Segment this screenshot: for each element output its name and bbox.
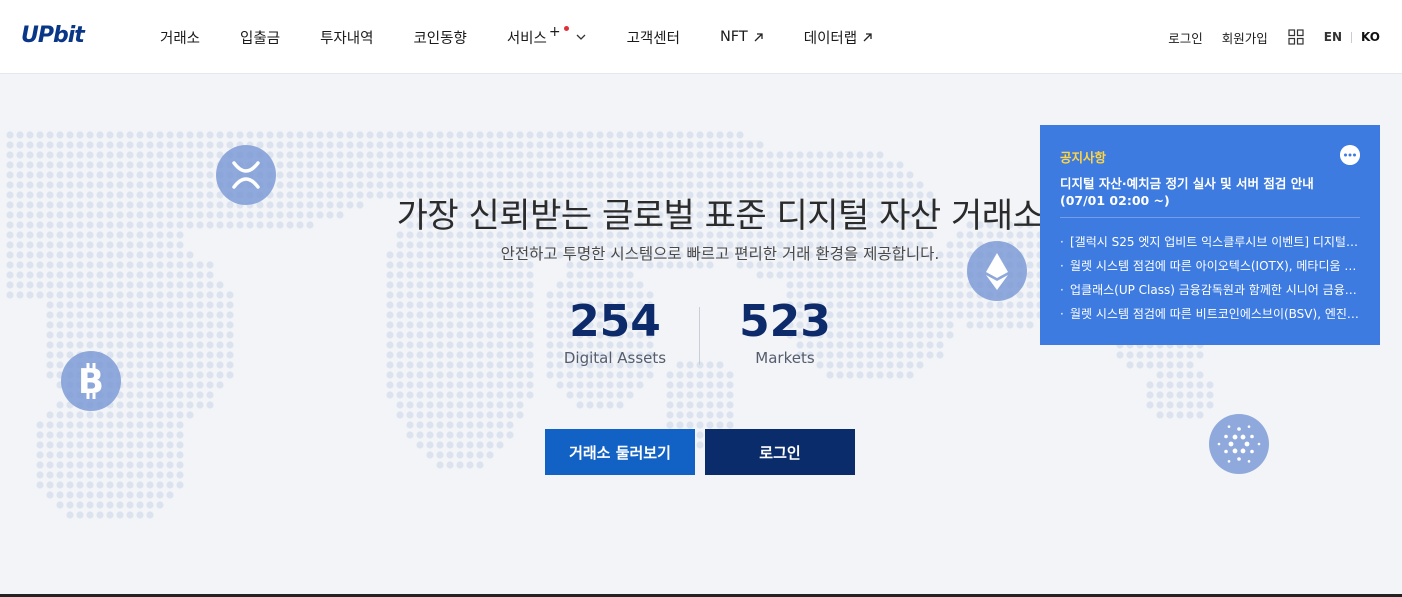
nav-nft[interactable]: NFT bbox=[720, 29, 764, 45]
app-grid-icon[interactable] bbox=[1288, 29, 1304, 45]
lang-divider bbox=[1351, 31, 1353, 43]
notice-item[interactable]: 업클래스(UP Class) 금융감독원과 함께한 시니어 금융교육 안내 bbox=[1060, 278, 1360, 302]
nav-label: 코인동향 bbox=[413, 30, 467, 47]
explore-exchange-button[interactable]: 거래소 둘러보기 bbox=[545, 429, 695, 475]
new-dot-badge bbox=[563, 25, 569, 31]
notice-divider bbox=[1060, 217, 1360, 218]
stat-value: 254 bbox=[569, 296, 661, 347]
notice-panel: 공지사항 디지털 자산·예치금 정기 실사 및 서버 점검 안내 (07/01 … bbox=[1040, 125, 1380, 345]
nav-label: 투자내역 bbox=[320, 30, 374, 47]
notice-headline[interactable]: 디지털 자산·예치금 정기 실사 및 서버 점검 안내 (07/01 02:00… bbox=[1060, 175, 1360, 209]
stats-block: 254 Digital Assets 523 Markets bbox=[545, 297, 855, 369]
lang-en-button[interactable]: EN bbox=[1324, 30, 1342, 44]
svg-text:UPbit: UPbit bbox=[21, 23, 86, 48]
header-signup-link[interactable]: 회원가입 bbox=[1222, 28, 1268, 47]
lang-ko-button[interactable]: KO bbox=[1361, 30, 1380, 44]
stat-divider bbox=[699, 307, 700, 365]
notice-list: [갤럭시 S25 엣지 업비트 익스클루시브 이벤트] 디지털 자산 지급 안내… bbox=[1060, 230, 1360, 326]
top-header: UPbit 거래소 입출금 투자내역 코인동향 서비스 + 고객센터 NFT 데… bbox=[0, 0, 1402, 74]
header-right-menu: 로그인 회원가입 EN KO bbox=[1168, 0, 1380, 74]
notice-item[interactable]: [갤럭시 S25 엣지 업비트 익스클루시브 이벤트] 디지털 자산 지급 안내 bbox=[1060, 230, 1360, 254]
nav-label: 서비스 bbox=[506, 30, 547, 47]
hero-login-button[interactable]: 로그인 bbox=[705, 429, 855, 475]
notice-label: 공지사항 bbox=[1060, 150, 1107, 165]
external-link-icon bbox=[863, 32, 872, 41]
stat-markets: 523 Markets bbox=[715, 296, 855, 368]
plus-suffix: + bbox=[548, 24, 561, 40]
stat-value: 523 bbox=[739, 296, 831, 347]
bitcoin-icon: B bbox=[61, 351, 121, 411]
nav-investments[interactable]: 투자내역 bbox=[320, 27, 373, 48]
stat-label: Markets bbox=[755, 349, 815, 367]
stat-label: Digital Assets bbox=[563, 349, 667, 367]
nav-datalab[interactable]: 데이터랩 bbox=[804, 27, 873, 48]
nav-services[interactable]: 서비스 + bbox=[506, 24, 587, 48]
nav-deposit-withdraw[interactable]: 입출금 bbox=[240, 27, 280, 48]
nav-label: 고객센터 bbox=[626, 30, 680, 47]
nav-label: NFT bbox=[719, 29, 748, 45]
more-icon[interactable] bbox=[1340, 145, 1360, 165]
header-login-link[interactable]: 로그인 bbox=[1168, 28, 1203, 47]
nav-exchange[interactable]: 거래소 bbox=[160, 27, 200, 48]
main-nav: 거래소 입출금 투자내역 코인동향 서비스 + 고객센터 NFT 데이터랩 bbox=[160, 0, 913, 74]
notice-item[interactable]: 월렛 시스템 점검에 따른 아이오텍스(IOTX), 메타디움 입출금 일시 중… bbox=[1060, 254, 1360, 278]
external-link-icon bbox=[754, 32, 763, 41]
nav-label: 데이터랩 bbox=[803, 30, 858, 47]
svg-text:B: B bbox=[78, 362, 104, 402]
nav-label: 입출금 bbox=[240, 30, 281, 47]
nav-customer-center[interactable]: 고객센터 bbox=[627, 27, 680, 48]
upbit-logo[interactable]: UPbit bbox=[21, 20, 101, 48]
chevron-down-icon bbox=[576, 34, 586, 40]
nav-coin-trends[interactable]: 코인동향 bbox=[413, 27, 466, 48]
cardano-icon bbox=[1209, 414, 1269, 474]
stat-digital-assets: 254 Digital Assets bbox=[545, 296, 685, 368]
nav-label: 거래소 bbox=[160, 30, 201, 47]
notice-item[interactable]: 월렛 시스템 점검에 따른 비트코인에스브이(BSV), 엔진코인 입출금 일시… bbox=[1060, 302, 1360, 326]
